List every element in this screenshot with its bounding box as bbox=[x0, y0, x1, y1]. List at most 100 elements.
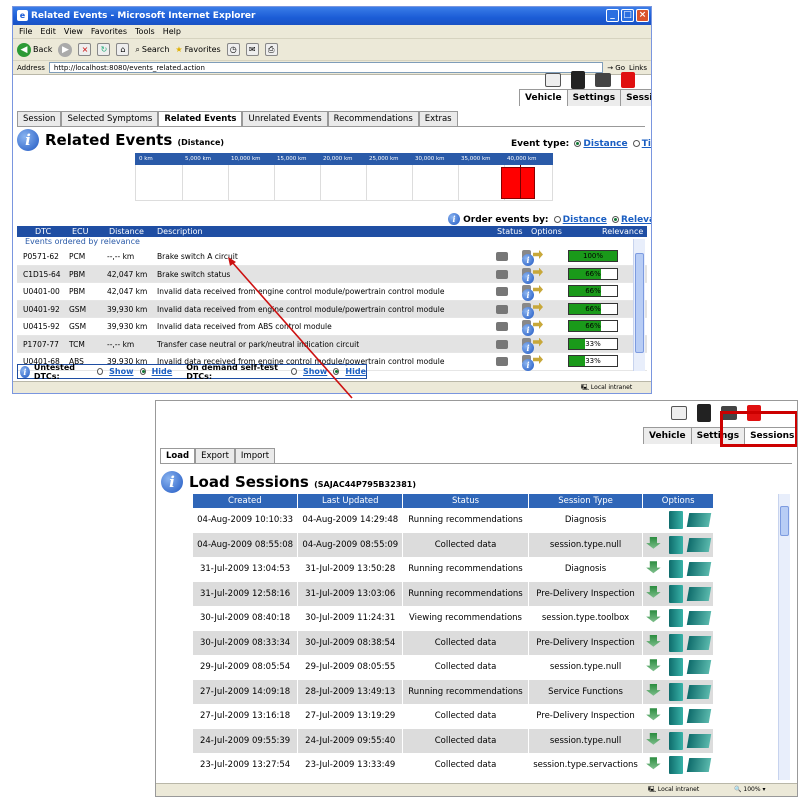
sessions-scrollbar[interactable] bbox=[778, 494, 790, 780]
session-status: Viewing recommendations bbox=[402, 605, 529, 631]
session-updated: 27-Jul-2009 13:19:29 bbox=[297, 703, 404, 729]
book-icon[interactable] bbox=[669, 731, 684, 750]
session-option-icons bbox=[643, 756, 713, 775]
session-type: session.type.toolbox bbox=[527, 605, 644, 631]
session-option-icons bbox=[643, 731, 713, 750]
session-row[interactable]: 24-Jul-2009 09:55:39 24-Jul-2009 09:55:40… bbox=[191, 728, 714, 754]
session-type: Diagnosis bbox=[527, 507, 644, 533]
session-created: 24-Jul-2009 09:55:39 bbox=[191, 728, 299, 754]
session-type: Pre-Delivery Inspection bbox=[527, 581, 644, 607]
session-updated: 28-Jul-2009 13:49:13 bbox=[297, 679, 404, 705]
zoom-level[interactable]: 🔍 100% ▾ bbox=[734, 784, 765, 795]
session-type: Service Functions bbox=[527, 679, 644, 705]
vci-icon[interactable] bbox=[671, 406, 687, 420]
session-option-icons bbox=[643, 609, 713, 628]
book-icon[interactable] bbox=[669, 756, 684, 775]
session-updated: 31-Jul-2009 13:50:28 bbox=[297, 556, 404, 582]
book-icon[interactable] bbox=[669, 609, 684, 628]
session-updated: 04-Aug-2009 08:55:09 bbox=[297, 532, 404, 558]
download-icon[interactable] bbox=[646, 659, 661, 672]
download-icon[interactable] bbox=[646, 585, 661, 598]
sessions-scroll-thumb[interactable] bbox=[780, 506, 789, 536]
book-icon[interactable] bbox=[669, 511, 684, 530]
session-created: 29-Jul-2009 08:05:54 bbox=[191, 654, 299, 680]
open-session-icon[interactable] bbox=[686, 611, 712, 626]
book-icon[interactable] bbox=[669, 682, 684, 701]
book-icon[interactable] bbox=[669, 633, 684, 652]
open-session-icon[interactable] bbox=[686, 513, 712, 528]
col-last-updated: Last Updated bbox=[297, 494, 404, 508]
download-icon[interactable] bbox=[646, 757, 661, 770]
session-tabs: Load Export Import bbox=[160, 448, 792, 464]
book-icon[interactable] bbox=[669, 658, 684, 677]
download-icon[interactable] bbox=[646, 732, 661, 745]
open-session-icon[interactable] bbox=[686, 709, 712, 724]
session-status: Collected data bbox=[402, 703, 529, 729]
col-status: Status bbox=[402, 494, 529, 508]
session-status: Running recommendations bbox=[402, 507, 529, 533]
zoom-text: 100% bbox=[743, 786, 761, 793]
session-updated: 31-Jul-2009 13:03:06 bbox=[297, 581, 404, 607]
open-session-icon[interactable] bbox=[686, 733, 712, 748]
book-icon[interactable] bbox=[669, 584, 684, 603]
session-updated: 29-Jul-2009 08:05:55 bbox=[297, 654, 404, 680]
sessions-table: Created Last Updated Status Session Type Opt… bbox=[191, 494, 714, 778]
session-updated: 04-Aug-2009 14:29:48 bbox=[297, 507, 404, 533]
session-type: session.type.null bbox=[527, 532, 644, 558]
download-icon[interactable] bbox=[646, 683, 661, 696]
session-options bbox=[642, 630, 714, 656]
device-icon[interactable] bbox=[697, 404, 711, 422]
download-icon[interactable] bbox=[646, 634, 661, 647]
download-icon[interactable] bbox=[646, 561, 661, 574]
session-row[interactable]: 27-Jul-2009 13:16:18 27-Jul-2009 13:19:29… bbox=[191, 703, 714, 729]
open-session-icon[interactable] bbox=[686, 537, 712, 552]
open-session-icon[interactable] bbox=[686, 586, 712, 601]
zone-label-2: 🖳 Local intranet bbox=[648, 786, 700, 793]
session-option-icons bbox=[643, 633, 713, 652]
session-status: Collected data bbox=[402, 654, 529, 680]
open-session-icon[interactable] bbox=[686, 562, 712, 577]
session-options bbox=[642, 605, 714, 631]
download-icon[interactable] bbox=[646, 708, 661, 721]
session-status: Running recommendations bbox=[402, 679, 529, 705]
open-session-icon[interactable] bbox=[686, 635, 712, 650]
session-status: Running recommendations bbox=[402, 581, 529, 607]
open-session-icon[interactable] bbox=[686, 660, 712, 675]
book-icon[interactable] bbox=[669, 707, 684, 726]
session-row[interactable]: 30-Jul-2009 08:33:34 30-Jul-2009 08:38:54… bbox=[191, 630, 714, 656]
open-session-icon[interactable] bbox=[686, 684, 712, 699]
session-created: 23-Jul-2009 13:27:54 bbox=[191, 752, 299, 778]
session-status: Collected data bbox=[402, 752, 529, 778]
session-created: 27-Jul-2009 13:16:18 bbox=[191, 703, 299, 729]
session-row[interactable]: 23-Jul-2009 13:27:54 23-Jul-2009 13:33:49… bbox=[191, 752, 714, 778]
tab-export[interactable]: Export bbox=[195, 448, 235, 463]
session-created: 30-Jul-2009 08:40:18 bbox=[191, 605, 299, 631]
session-row[interactable]: 31-Jul-2009 12:58:16 31-Jul-2009 13:03:06… bbox=[191, 581, 714, 607]
zone-text-2: Local intranet bbox=[657, 786, 700, 793]
download-icon[interactable] bbox=[646, 536, 661, 549]
nav-vehicle[interactable]: Vehicle bbox=[643, 427, 692, 444]
session-row[interactable]: 04-Aug-2009 08:55:08 04-Aug-2009 08:55:09… bbox=[191, 532, 714, 558]
session-created: 30-Jul-2009 08:33:34 bbox=[191, 630, 299, 656]
session-options bbox=[642, 556, 714, 582]
session-row[interactable]: 29-Jul-2009 08:05:54 29-Jul-2009 08:05:55… bbox=[191, 654, 714, 680]
session-options bbox=[642, 679, 714, 705]
tab-import[interactable]: Import bbox=[234, 448, 276, 463]
session-options bbox=[642, 654, 714, 680]
session-option-icons bbox=[643, 682, 713, 701]
session-status: Running recommendations bbox=[402, 556, 529, 582]
session-row[interactable]: 27-Jul-2009 14:09:18 28-Jul-2009 13:49:13… bbox=[191, 679, 714, 705]
sessions-title: Load Sessions (SAJAC44P795B32381) bbox=[189, 473, 416, 491]
open-session-icon[interactable] bbox=[686, 758, 712, 773]
session-row[interactable]: 30-Jul-2009 08:40:18 30-Jul-2009 11:24:31… bbox=[191, 605, 714, 631]
session-option-icons bbox=[643, 560, 713, 579]
session-updated: 30-Jul-2009 08:38:54 bbox=[297, 630, 404, 656]
tab-load[interactable]: Load bbox=[160, 448, 196, 463]
session-row[interactable]: 31-Jul-2009 13:04:53 31-Jul-2009 13:50:28… bbox=[191, 556, 714, 582]
download-icon[interactable] bbox=[646, 610, 661, 623]
book-icon[interactable] bbox=[669, 535, 684, 554]
session-status: Collected data bbox=[402, 532, 529, 558]
book-icon[interactable] bbox=[669, 560, 684, 579]
session-row[interactable]: 04-Aug-2009 10:10:33 04-Aug-2009 14:29:48… bbox=[191, 507, 714, 533]
